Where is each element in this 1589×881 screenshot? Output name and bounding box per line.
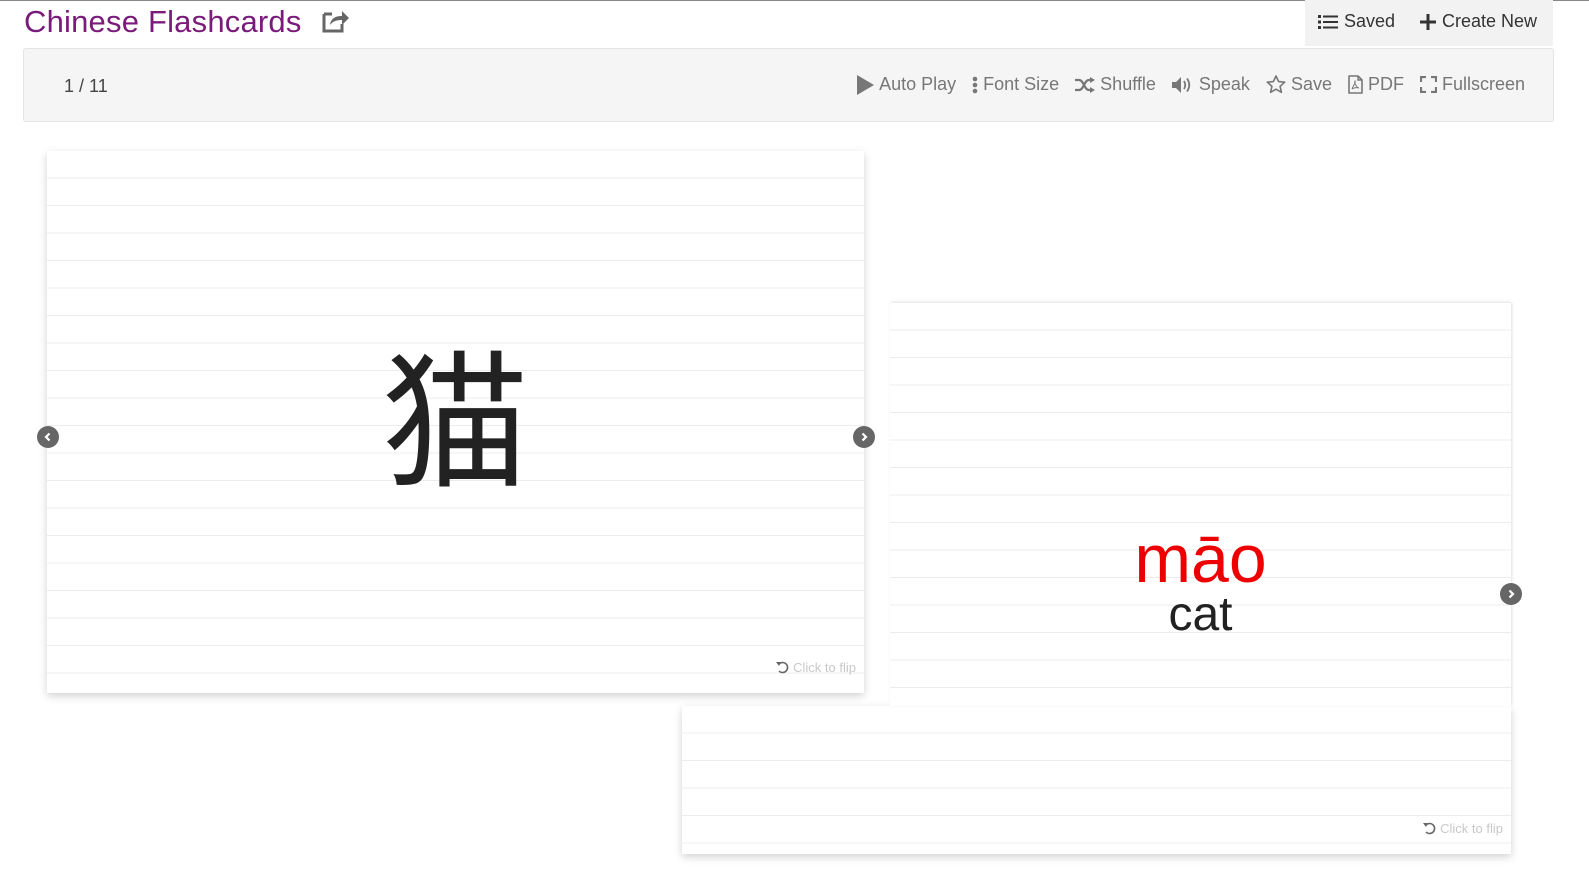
- star-icon: [1266, 75, 1286, 94]
- prev-card-button[interactable]: [37, 426, 59, 448]
- flashcard-toolbar: 1 / 11 Auto Play Font Size Shuffle Speak: [23, 48, 1554, 122]
- flip-hint-back-label: Click to flip: [1440, 821, 1503, 836]
- speak-button[interactable]: Speak: [1171, 74, 1250, 95]
- list-icon: [1318, 14, 1338, 29]
- english-meaning: cat: [1168, 588, 1233, 641]
- app-title: Chinese Flashcards: [24, 4, 302, 39]
- create-new-button[interactable]: Create New: [1420, 11, 1537, 32]
- font-size-button[interactable]: Font Size: [972, 74, 1059, 95]
- auto-play-label: Auto Play: [879, 74, 957, 94]
- card-back-lower[interactable]: Click to flip: [682, 706, 1511, 854]
- flip-hint-front[interactable]: Click to flip: [776, 660, 856, 675]
- chevron-right-icon: [1508, 589, 1515, 599]
- play-icon: [857, 74, 875, 95]
- top-actions: Saved Create New: [1305, 0, 1553, 46]
- pdf-button[interactable]: PDF: [1348, 74, 1404, 95]
- shuffle-label: Shuffle: [1100, 74, 1156, 94]
- flip-hint-back[interactable]: Click to flip: [1423, 821, 1503, 836]
- card-back[interactable]: māo cat: [890, 303, 1511, 706]
- speaker-icon: [1171, 76, 1191, 93]
- next-card-button[interactable]: [853, 426, 875, 448]
- auto-play-button[interactable]: Auto Play: [857, 74, 956, 95]
- card-counter: 1 / 11: [64, 76, 108, 96]
- saved-label: Saved: [1344, 11, 1396, 31]
- create-new-label: Create New: [1442, 11, 1538, 31]
- font-size-label: Font Size: [983, 74, 1060, 94]
- pdf-file-icon: [1348, 75, 1363, 94]
- speak-label: Speak: [1198, 74, 1250, 94]
- card-front[interactable]: 猫 Click to flip: [47, 151, 864, 693]
- shuffle-button[interactable]: Shuffle: [1075, 74, 1156, 95]
- fullscreen-button[interactable]: Fullscreen: [1419, 74, 1525, 95]
- chevron-right-icon: [861, 432, 868, 442]
- pdf-label: PDF: [1367, 74, 1404, 94]
- shuffle-icon: [1075, 76, 1096, 93]
- rotate-icon: [1423, 822, 1436, 835]
- flip-hint-front-label: Click to flip: [793, 660, 856, 675]
- fullscreen-label: Fullscreen: [1441, 74, 1525, 94]
- share-icon[interactable]: [320, 6, 350, 34]
- toolbar-actions: Auto Play Font Size Shuffle Speak Save P…: [857, 74, 1525, 95]
- next-card-button-back[interactable]: [1500, 583, 1522, 605]
- plus-icon: [1420, 13, 1436, 30]
- expand-icon: [1419, 76, 1437, 93]
- dots-vertical-icon: [972, 76, 978, 93]
- save-label: Save: [1290, 74, 1332, 94]
- rotate-icon: [776, 661, 789, 674]
- pinyin-text: māo: [1134, 521, 1267, 597]
- saved-button[interactable]: Saved: [1318, 11, 1395, 32]
- chevron-left-icon: [44, 432, 51, 442]
- save-button[interactable]: Save: [1266, 74, 1332, 95]
- chinese-character: 猫: [381, 338, 530, 510]
